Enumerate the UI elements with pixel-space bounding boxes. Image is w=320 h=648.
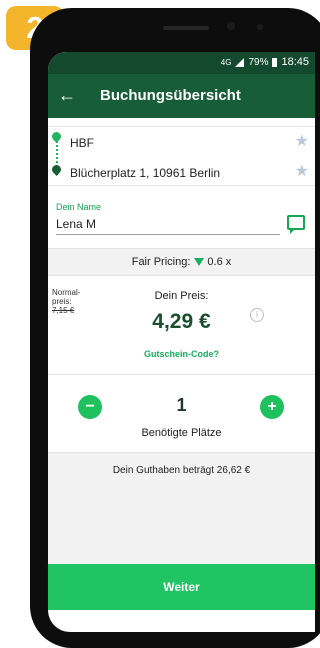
battery-icon	[272, 57, 278, 67]
network-indicator: 4G	[220, 57, 232, 67]
seats-section: − 1 + Benötigte Plätze	[48, 374, 315, 453]
phone-top-bezel	[75, 14, 275, 52]
name-field-label: Dein Name	[56, 202, 102, 212]
coupon-code-link[interactable]: Gutschein-Code?	[48, 349, 315, 359]
chat-icon[interactable]	[287, 215, 305, 234]
clock: 18:45	[281, 56, 309, 68]
balance-text: Dein Guthaben beträgt 26,62 €	[112, 465, 251, 476]
sensor-icon	[257, 24, 263, 30]
fair-pricing-bar: Fair Pricing: 0.6 x	[48, 248, 315, 276]
origin-address[interactable]: HBF	[70, 136, 94, 150]
increase-seats-button[interactable]: +	[260, 395, 284, 419]
speaker-grille	[163, 26, 209, 30]
down-triangle-icon	[194, 258, 205, 267]
origin-pin-icon	[50, 130, 63, 143]
signal-icon	[235, 57, 245, 67]
app-screen: 4G 79% 18:45 ← Buchungsübersicht HBF Blü…	[48, 52, 315, 632]
app-bar: ← Buchungsübersicht	[48, 74, 315, 118]
seats-label: Benötigte Plätze	[141, 427, 222, 439]
name-input[interactable]	[56, 214, 280, 235]
back-arrow-icon[interactable]: ←	[58, 86, 76, 104]
favorite-destination-star-icon[interactable]: ★	[295, 161, 309, 181]
battery-percentage: 79%	[248, 56, 269, 68]
destination-pin-icon	[50, 163, 63, 176]
camera-icon	[227, 22, 235, 30]
continue-button[interactable]: Weiter	[48, 564, 315, 610]
route-section: HBF Blücherplatz 1, 10961 Berlin ★ ★	[48, 126, 315, 186]
status-bar: 4G 79% 18:45	[48, 52, 315, 74]
your-price-value: 4,29 €	[152, 310, 211, 333]
destination-address[interactable]: Blücherplatz 1, 10961 Berlin	[70, 166, 220, 180]
your-price-label: Dein Preis:	[154, 290, 209, 302]
info-icon[interactable]: i	[250, 308, 264, 322]
favorite-origin-star-icon[interactable]: ★	[295, 131, 309, 151]
fair-pricing-label: Fair Pricing:	[131, 256, 191, 268]
fair-pricing-value: 0.6 x	[207, 256, 232, 268]
page-title: Buchungsübersicht	[100, 87, 241, 104]
